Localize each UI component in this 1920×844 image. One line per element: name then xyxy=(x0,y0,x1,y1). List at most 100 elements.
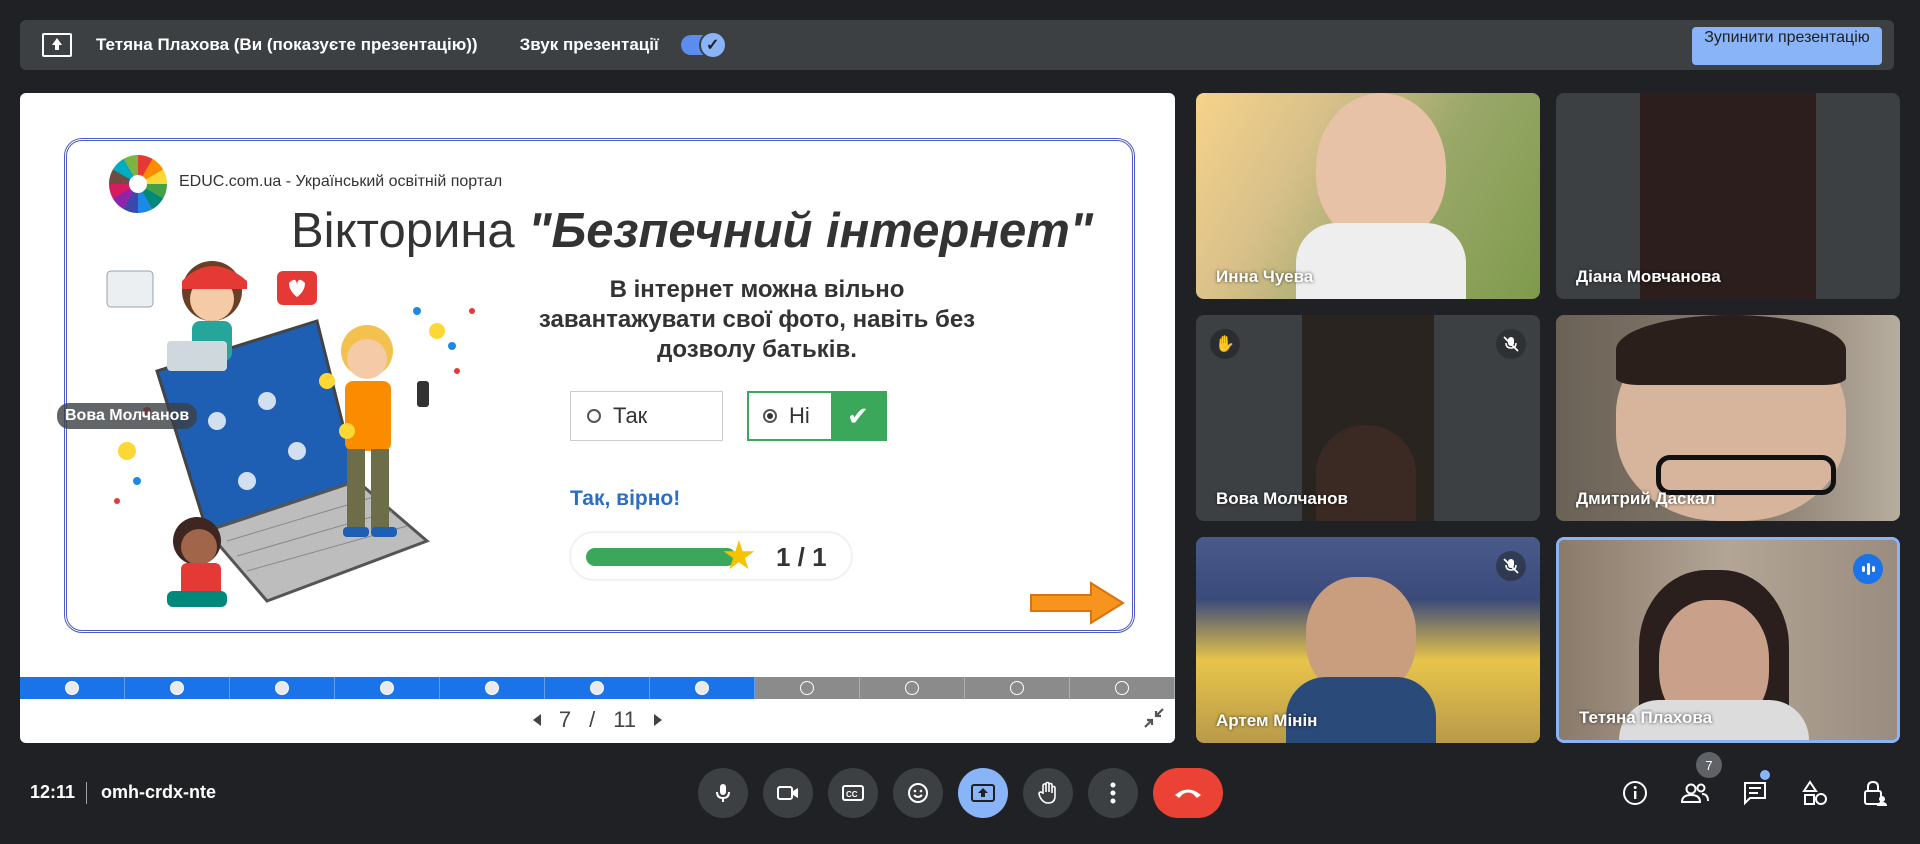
people-button[interactable] xyxy=(1680,778,1710,808)
participant-name: Инна Чуева xyxy=(1216,267,1314,286)
answer-option-no[interactable]: Ні ✔ xyxy=(747,391,887,441)
participant-overlay-label: Вова Молчанов xyxy=(57,403,198,429)
meeting-code: omh-crdx-nte xyxy=(101,782,217,802)
participant-tile[interactable]: Артем Мінін xyxy=(1196,537,1540,743)
stop-presenting-button[interactable]: Зупинити презентацію xyxy=(1692,27,1882,65)
slide-dot-icon xyxy=(170,681,184,695)
slide-title-quoted: "Безпечний інтернет" xyxy=(528,204,1094,258)
slide-dot-icon xyxy=(380,681,394,695)
slide-progress-dots[interactable] xyxy=(20,677,1175,699)
slide-dot[interactable] xyxy=(860,677,965,699)
participant-tile[interactable]: Діана Мовчанова xyxy=(1556,93,1900,299)
more-vertical-icon xyxy=(1110,782,1116,804)
meeting-details-button[interactable] xyxy=(1620,778,1650,808)
people-icon xyxy=(1680,783,1709,803)
slide-dot[interactable] xyxy=(125,677,230,699)
leave-call-button[interactable] xyxy=(1153,768,1223,818)
total-slides: 11 xyxy=(613,707,637,732)
answer-feedback: Так, вірно! xyxy=(570,487,681,510)
answer-option-yes[interactable]: Так xyxy=(570,391,723,441)
participant-name: Діана Мовчанова xyxy=(1576,267,1721,286)
radio-selected-icon xyxy=(763,409,777,423)
raise-hand-button[interactable] xyxy=(1023,768,1073,818)
captions-icon: CC xyxy=(842,785,864,801)
slide-title-plain: Вікторина xyxy=(291,204,515,258)
correct-check-icon: ✔ xyxy=(831,393,885,439)
participant-name: Вова Молчанов xyxy=(1216,489,1348,508)
divider xyxy=(86,782,87,804)
mic-off-icon xyxy=(1496,551,1526,581)
present-screen-icon xyxy=(42,33,72,57)
slide-dot[interactable] xyxy=(20,677,125,699)
portal-caption: EDUC.com.ua - Український освітній порта… xyxy=(179,173,503,190)
previous-slide-icon[interactable] xyxy=(532,714,541,726)
svg-text:CC: CC xyxy=(846,790,858,799)
slide-dot-icon xyxy=(695,681,709,695)
slide-dot[interactable] xyxy=(755,677,860,699)
slide-dot[interactable] xyxy=(650,677,755,699)
slide-dot-icon xyxy=(1115,681,1129,695)
star-icon: ★ xyxy=(721,534,757,578)
slide-dot-icon xyxy=(1010,681,1024,695)
participant-tile[interactable]: Инна Чуева xyxy=(1196,93,1540,299)
kids-laptop-illustration-icon xyxy=(106,261,475,607)
score-progress-bar xyxy=(586,548,736,566)
slide-dot[interactable] xyxy=(545,677,650,699)
participant-name: Тетяна Плахова xyxy=(1579,708,1713,727)
camera-button[interactable] xyxy=(763,768,813,818)
meeting-time: 12:11 xyxy=(30,782,76,802)
slide-dot[interactable] xyxy=(440,677,545,699)
answer-label: Ні xyxy=(789,403,810,428)
slide-dot[interactable] xyxy=(230,677,335,699)
info-icon xyxy=(1623,781,1647,805)
participant-tile-speaking[interactable]: Тетяна Плахова xyxy=(1556,537,1900,743)
slide-dot-icon xyxy=(800,681,814,695)
slide-pager: 7 / 11 xyxy=(20,705,1175,735)
microphone-button[interactable] xyxy=(698,768,748,818)
hand-icon xyxy=(1038,781,1056,804)
slide-dot-icon xyxy=(485,681,499,695)
slide: EDUC.com.ua - Український освітній порта… xyxy=(64,138,1135,633)
presentation-panel: EDUC.com.ua - Український освітній порта… xyxy=(20,93,1175,743)
emoji-reactions-button[interactable] xyxy=(893,768,943,818)
raised-hand-icon: ✋ xyxy=(1210,329,1240,359)
chat-icon xyxy=(1744,782,1766,806)
participant-tile[interactable]: ✋ Вова Молчанов xyxy=(1196,315,1540,521)
slide-dot[interactable] xyxy=(965,677,1070,699)
camera-icon xyxy=(777,786,798,800)
participant-name: Артем Мінін xyxy=(1216,711,1318,730)
radio-empty-icon xyxy=(587,409,601,423)
mic-off-icon xyxy=(1496,329,1526,359)
chat-notification-dot xyxy=(1760,770,1770,780)
check-icon: ✓ xyxy=(698,31,727,59)
slide-dot[interactable] xyxy=(335,677,440,699)
present-screen-icon xyxy=(971,784,995,802)
chat-button[interactable] xyxy=(1740,778,1770,808)
shapes-icon xyxy=(1802,780,1827,805)
more-options-button[interactable] xyxy=(1088,768,1138,818)
slide-dot[interactable] xyxy=(1070,677,1175,699)
emoji-icon xyxy=(908,783,928,803)
microphone-icon xyxy=(716,784,730,802)
educ-logo-icon xyxy=(109,155,167,213)
slide-dot-icon xyxy=(65,681,79,695)
next-arrow-icon[interactable] xyxy=(1027,581,1127,625)
score-text: 1 / 1 xyxy=(776,542,827,572)
host-controls-button[interactable] xyxy=(1860,778,1890,808)
quiz-question: В інтернет можна вільно завантажувати св… xyxy=(538,276,976,363)
current-slide-number: 7 xyxy=(558,707,572,732)
answer-label: Так xyxy=(613,403,648,428)
collapse-icon[interactable] xyxy=(1143,707,1165,729)
slide-dot-icon xyxy=(275,681,289,695)
presenter-name: Тетяна Плахова (Ви (показуєте презентаці… xyxy=(96,35,478,54)
participant-tile[interactable]: Дмитрий Даскал xyxy=(1556,315,1900,521)
present-now-button[interactable] xyxy=(958,768,1008,818)
next-slide-icon[interactable] xyxy=(654,714,663,726)
captions-button[interactable]: CC xyxy=(828,768,878,818)
presentation-sound-toggle[interactable]: ✓ xyxy=(680,31,727,59)
presentation-sound-label: Звук презентації xyxy=(519,35,659,54)
lock-person-icon xyxy=(1864,780,1887,806)
hang-up-icon xyxy=(1175,789,1201,798)
activities-button[interactable] xyxy=(1800,778,1830,808)
presenting-bar: Тетяна Плахова (Ви (показуєте презентаці… xyxy=(20,20,1894,70)
